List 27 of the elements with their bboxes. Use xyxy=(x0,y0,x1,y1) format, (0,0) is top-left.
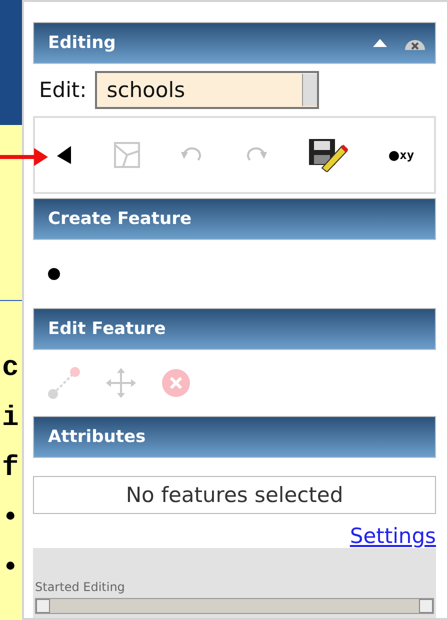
slide-text: • xyxy=(1,555,20,583)
move-icon xyxy=(105,367,137,399)
layer-dropdown[interactable]: schools xyxy=(94,71,319,109)
panel-title: Editing xyxy=(48,33,117,53)
reshape-icon xyxy=(112,141,141,169)
point-icon xyxy=(388,150,400,162)
pointer-icon xyxy=(54,144,73,166)
slide-text: i xyxy=(1,405,20,433)
attributes-message: No features selected xyxy=(33,476,436,514)
section-header[interactable]: Create Feature xyxy=(33,198,436,240)
point-icon xyxy=(47,267,61,281)
slide-text: • xyxy=(1,505,20,533)
edit-label: Edit: xyxy=(39,78,87,102)
slide-text: c xyxy=(1,355,20,383)
settings-link[interactable]: Settings xyxy=(350,524,436,548)
vertex-line-icon xyxy=(47,366,81,400)
point-tool-button[interactable] xyxy=(45,265,63,283)
slide-text: f xyxy=(1,455,20,483)
arrow-icon xyxy=(0,145,50,169)
section-header[interactable]: Attributes xyxy=(33,416,436,458)
collapse-icon[interactable] xyxy=(373,39,387,47)
xy-tool-button[interactable]: xy xyxy=(386,146,416,164)
horizontal-scrollbar[interactable] xyxy=(35,598,434,614)
section-header[interactable]: Edit Feature xyxy=(33,308,436,350)
save-pencil-icon xyxy=(308,138,348,172)
status-text: Started Editing xyxy=(35,580,126,594)
delete-icon xyxy=(161,368,191,398)
